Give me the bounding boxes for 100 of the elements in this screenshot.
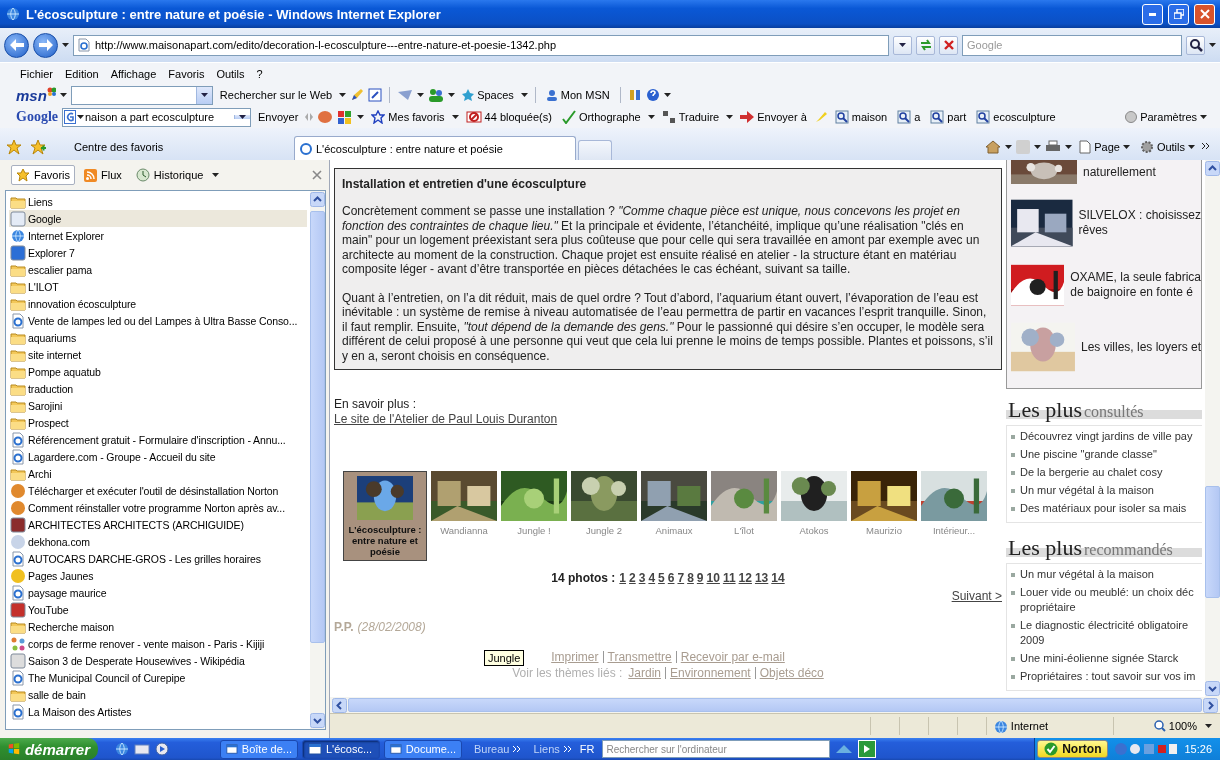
ad-link[interactable]: Les villes, les loyers et bbox=[1080, 339, 1201, 355]
favorite-item[interactable]: innovation écosculpture bbox=[9, 295, 307, 312]
page-link[interactable]: 12 bbox=[738, 571, 752, 585]
favorite-item[interactable]: escalier pama bbox=[9, 261, 307, 278]
page-link[interactable]: 11 bbox=[722, 571, 736, 585]
favorite-item[interactable]: traduction bbox=[9, 380, 307, 397]
caret-icon[interactable] bbox=[1065, 145, 1073, 149]
menu-item[interactable]: Edition bbox=[61, 65, 107, 82]
puzzle-icon[interactable] bbox=[337, 110, 354, 124]
highlight-button[interactable]: part bbox=[927, 109, 970, 125]
photo-thumbnail[interactable]: Jungle ! bbox=[501, 471, 567, 536]
favorite-item[interactable]: AUTOCARS DARCHE-GROS - Les grilles horaires bbox=[9, 550, 307, 567]
web-search-button[interactable]: Rechercher sur le Web bbox=[216, 88, 336, 102]
minimize-button[interactable] bbox=[1142, 3, 1163, 25]
favorite-item[interactable]: Sarojini bbox=[9, 397, 307, 414]
send-button[interactable]: Envoyer bbox=[255, 110, 302, 124]
page-link[interactable]: 14 bbox=[771, 571, 785, 585]
favorite-item[interactable]: paysage maurice bbox=[9, 584, 307, 601]
caret-icon[interactable] bbox=[212, 173, 220, 177]
favorite-item[interactable]: Saison 3 de Desperate Housewives - Wikipédia bbox=[9, 652, 307, 669]
favorite-item[interactable]: dekhona.com bbox=[9, 533, 307, 550]
sidebar-tab[interactable]: Flux bbox=[79, 165, 127, 185]
article-link[interactable]: De la bergerie au chalet cosy bbox=[1020, 465, 1163, 480]
zoom-button[interactable]: 100% bbox=[1112, 717, 1205, 735]
photo-thumbnail[interactable]: Maurizio bbox=[851, 471, 917, 536]
print-icon[interactable] bbox=[1045, 140, 1062, 154]
photo-thumbnail[interactable]: L'îlot bbox=[711, 471, 777, 536]
toolbar-button[interactable]: Envoyer à bbox=[737, 110, 810, 124]
mail-icon[interactable] bbox=[134, 741, 150, 757]
scroll-thumb[interactable] bbox=[1205, 486, 1220, 598]
caret-icon[interactable] bbox=[726, 115, 734, 119]
favorite-item[interactable]: Lagardere.com - Groupe - Accueil du site bbox=[9, 448, 307, 465]
toolbar-button[interactable]: 44 bloquée(s) bbox=[462, 109, 555, 125]
forward-button[interactable] bbox=[33, 32, 58, 58]
dropdown-button[interactable] bbox=[893, 35, 912, 55]
favorite-item[interactable]: salle de bain bbox=[9, 686, 307, 703]
my-msn-button[interactable]: Mon MSN bbox=[542, 88, 613, 102]
refresh-button[interactable] bbox=[916, 35, 935, 55]
favorite-item[interactable]: corps de ferme renover - vente maison - Paris - Kijiji bbox=[9, 635, 307, 652]
page-link[interactable]: 5 bbox=[658, 571, 665, 585]
favorite-item[interactable]: ARCHITECTES ARCHITECTS (ARCHIGUIDE) bbox=[9, 516, 307, 533]
external-link[interactable]: Le site de l'Atelier de Paul Louis Duranton bbox=[334, 412, 558, 426]
next-link[interactable]: Suivant > bbox=[951, 589, 1002, 604]
caret-icon[interactable] bbox=[663, 93, 671, 97]
favorite-item[interactable]: Archi bbox=[9, 465, 307, 482]
sidebar-tab[interactable]: Favoris bbox=[11, 165, 76, 185]
caret-icon[interactable] bbox=[1205, 724, 1212, 728]
language-indicator[interactable]: FR bbox=[579, 743, 595, 755]
menu-item[interactable]: Favoris bbox=[164, 65, 213, 82]
favorite-item[interactable]: Comment réinstaller votre programme Norton après av... bbox=[9, 499, 307, 516]
caret-icon[interactable] bbox=[339, 93, 347, 97]
caret-icon[interactable] bbox=[1034, 145, 1042, 149]
menu-item[interactable]: Fichier bbox=[16, 65, 61, 82]
article-link[interactable]: Des matériaux pour isoler sa mais bbox=[1020, 501, 1187, 516]
home-icon[interactable] bbox=[985, 139, 1002, 155]
start-button[interactable]: démarrer bbox=[0, 738, 98, 760]
favorite-item[interactable]: Vente de lampes led ou del Lampes à Ultra Basse Conso... bbox=[9, 312, 307, 329]
caret-icon[interactable] bbox=[647, 115, 655, 119]
page-link[interactable]: 4 bbox=[648, 571, 656, 585]
tools-menu-button[interactable]: Outils bbox=[1136, 139, 1198, 155]
photo-thumbnail[interactable]: Wandianna bbox=[431, 471, 497, 536]
page-link[interactable]: 8 bbox=[687, 571, 694, 585]
menu-item[interactable]: ? bbox=[252, 65, 271, 82]
scroll-thumb[interactable] bbox=[348, 698, 1202, 712]
toolbar-button[interactable]: Traduire bbox=[658, 109, 723, 125]
favorite-item[interactable]: Référencement gratuit - Formulaire d'inscription - Annu... bbox=[9, 431, 307, 448]
article-link[interactable]: Louer vide ou meublé: un choix déc propriétaire bbox=[1020, 585, 1194, 615]
taskbar-button[interactable]: Boîte de... bbox=[220, 739, 298, 759]
taskbar-button[interactable]: Docume... bbox=[384, 739, 462, 759]
photo-thumbnail[interactable]: Animaux bbox=[641, 471, 707, 536]
scrollbar[interactable] bbox=[310, 191, 325, 729]
highlight-button[interactable]: maison bbox=[831, 109, 891, 125]
close-button[interactable] bbox=[1194, 3, 1215, 25]
favorite-item[interactable]: site internet bbox=[9, 346, 307, 363]
favorite-item[interactable]: Pages Jaunes bbox=[9, 567, 307, 584]
caret-icon[interactable] bbox=[1209, 43, 1216, 47]
page-link[interactable]: 13 bbox=[754, 571, 769, 585]
address-field[interactable]: http://www.maisonapart.com/edito/decoration-l-ecosculpture---entre-nature-et-poesie-1342.php bbox=[95, 37, 885, 53]
page-link[interactable]: 10 bbox=[706, 571, 720, 585]
toolbar-button[interactable]: Orthographe bbox=[558, 109, 644, 125]
browser-tab[interactable]: L'écosculpture : entre nature et poésie bbox=[294, 136, 576, 160]
article-link[interactable]: Une piscine "grande classe" bbox=[1020, 447, 1157, 462]
help-icon[interactable] bbox=[645, 88, 660, 102]
page-link[interactable]: 7 bbox=[677, 571, 685, 585]
search-button[interactable] bbox=[1186, 35, 1205, 55]
article-link[interactable]: Découvrez vingt jardins de ville pay bbox=[1020, 429, 1193, 444]
ad-link[interactable]: OXAME, la seule fabrica de baignoire en fonte é bbox=[1070, 270, 1201, 300]
favorite-item[interactable]: Explorer 7 bbox=[9, 244, 307, 261]
favorite-item[interactable]: Internet Explorer bbox=[9, 227, 307, 244]
article-link[interactable]: Une mini-éolienne signée Starck bbox=[1020, 651, 1179, 666]
ad-link[interactable]: SILVELOX : choisissez rêves bbox=[1078, 208, 1201, 238]
pencil-icon[interactable] bbox=[350, 88, 365, 102]
stop-button[interactable] bbox=[939, 35, 958, 55]
photo-thumbnail[interactable]: Jungle 2 bbox=[571, 471, 637, 536]
favorite-item[interactable]: Pompe aquatub bbox=[9, 363, 307, 380]
chevron-icon[interactable] bbox=[1202, 143, 1210, 151]
toolbar-button[interactable]: Mes favoris bbox=[368, 109, 448, 125]
toolbar-label[interactable]: Liens bbox=[533, 743, 560, 755]
favorite-item[interactable]: Prospect bbox=[9, 414, 307, 431]
favorite-item[interactable]: Liens bbox=[9, 193, 307, 210]
